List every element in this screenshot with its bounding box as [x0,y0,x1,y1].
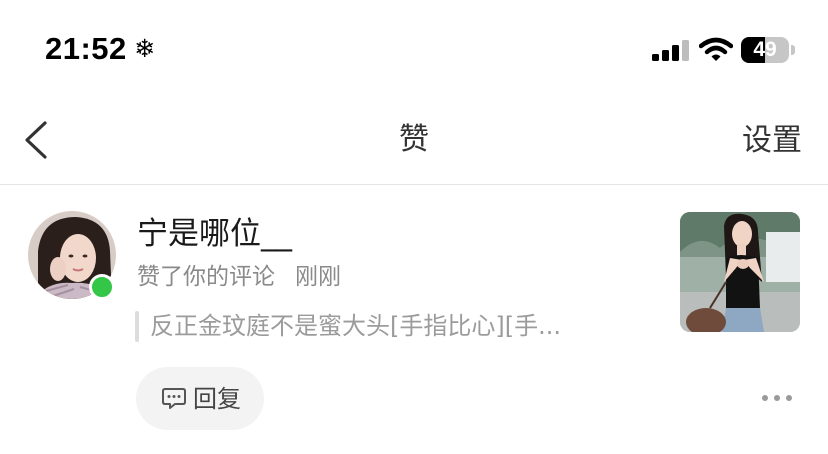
more-options-button[interactable] [760,388,794,408]
more-dots-icon [786,395,792,401]
back-button[interactable] [16,116,56,164]
post-thumbnail[interactable] [680,212,800,332]
comment-preview[interactable]: 反正金玟庭不是蜜大头[手指比心][手... [150,309,561,343]
comment-icon [162,387,186,409]
battery-percent-label: 49 [753,38,777,61]
time-text: 刚刚 [295,264,341,290]
quote-bar [135,311,139,342]
signal-bar [682,40,689,61]
status-time: 21:52 [45,31,127,66]
signal-bar [662,50,669,61]
reply-label: 回复 [193,384,241,413]
more-dots-icon [762,395,768,401]
settings-button[interactable]: 设置 [742,121,802,161]
post-thumbnail-image [680,212,800,332]
battery-icon: 49 [741,37,789,63]
action-text: 赞了你的评论 [137,264,275,290]
signal-bar [672,45,679,61]
username[interactable]: 宁是哪位__ [137,214,292,254]
snowflake-icon: ❄ [134,34,155,63]
page-title: 赞 [399,122,429,157]
battery-nub [791,45,795,55]
online-status-dot [89,274,115,300]
notification-meta: 赞了你的评论 刚刚 [137,261,341,293]
more-dots-icon [774,395,780,401]
chevron-left-icon [25,121,47,159]
wifi-icon [699,37,733,61]
signal-strength-icon [652,40,689,61]
reply-button[interactable]: 回复 [136,367,264,430]
signal-bar [652,54,659,61]
header-divider [0,184,828,185]
